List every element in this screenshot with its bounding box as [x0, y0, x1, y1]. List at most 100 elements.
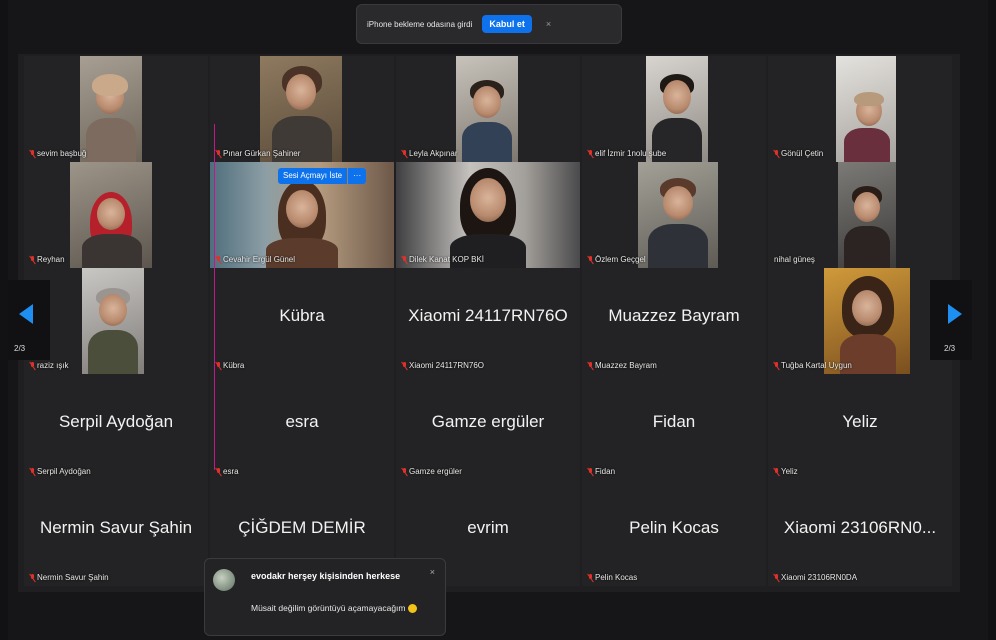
- participant-tile[interactable]: Xiaomi 24117RN76O Xiaomi 24117RN76O: [396, 268, 580, 374]
- participant-video: [836, 56, 896, 162]
- participant-label: Xiaomi 24117RN76O: [402, 361, 484, 370]
- participant-video: [396, 162, 580, 268]
- participant-tile[interactable]: Gönül Çetin: [768, 56, 952, 162]
- participant-name: Kübra: [279, 306, 325, 325]
- participant-video: [646, 56, 708, 162]
- participant-tile[interactable]: esra esra: [210, 374, 394, 480]
- mic-muted-icon: [30, 361, 35, 370]
- participant-tile[interactable]: nihal güneş: [768, 162, 952, 268]
- avatar: [213, 569, 235, 591]
- mic-muted-icon: [402, 149, 407, 158]
- mic-muted-icon: [588, 467, 593, 476]
- participant-label: nihal güneş: [774, 255, 815, 264]
- waiting-room-notification: iPhone bekleme odasına girdi Kabul et ×: [356, 4, 622, 44]
- accept-button[interactable]: Kabul et: [482, 15, 532, 33]
- participant-video: [838, 162, 896, 268]
- participant-label: Dilek Kanat KOP BKİ: [402, 255, 484, 264]
- participant-tile[interactable]: Leyla Akpınar: [396, 56, 580, 162]
- participant-label: Leyla Akpınar: [402, 149, 457, 158]
- participant-label: Kübra: [216, 361, 244, 370]
- mic-muted-icon: [774, 573, 779, 582]
- mic-muted-icon: [216, 149, 221, 158]
- participant-tile[interactable]: Reyhan: [24, 162, 208, 268]
- participant-tile[interactable]: Xiaomi 23106RN0... Xiaomi 23106RN0DA: [768, 480, 952, 586]
- participant-name: Gamze ergüler: [431, 412, 545, 431]
- participant-label: sevim başbuğ: [30, 149, 86, 158]
- mic-muted-icon: [30, 255, 35, 264]
- participant-label: Reyhan: [30, 255, 65, 264]
- participant-name: ÇİĞDEM DEMİR: [238, 518, 366, 537]
- participant-name: esra: [285, 412, 319, 431]
- participant-label: raziz ışık: [30, 361, 69, 370]
- mic-muted-icon: [30, 467, 35, 476]
- close-icon[interactable]: ×: [546, 19, 551, 29]
- mic-muted-icon: [402, 361, 407, 370]
- mic-muted-icon: [216, 361, 221, 370]
- participant-tile[interactable]: Dilek Kanat KOP BKİ: [396, 162, 580, 268]
- participant-tile[interactable]: sevim başbuğ: [24, 56, 208, 162]
- participant-label: Pınar Gürkan Şahiner: [216, 149, 300, 158]
- participant-label: Gamze ergüler: [402, 467, 462, 476]
- more-options-button[interactable]: ···: [348, 168, 367, 184]
- participant-tile[interactable]: Gamze ergüler Gamze ergüler: [396, 374, 580, 480]
- participant-name: Fidan: [652, 412, 696, 431]
- ask-to-unmute-button[interactable]: Sesi Açmayı İste: [278, 168, 348, 184]
- chevron-right-icon: [948, 304, 962, 324]
- participant-label: Nermin Savur Şahin: [30, 573, 109, 582]
- participant-tile[interactable]: Serpil Aydoğan Serpil Aydoğan: [24, 374, 208, 480]
- previous-page-button[interactable]: 2/3: [8, 280, 50, 360]
- participant-video: [638, 162, 718, 268]
- participant-label: esra: [216, 467, 239, 476]
- mic-muted-icon: [402, 255, 407, 264]
- mic-muted-icon: [402, 467, 407, 476]
- participant-label: Tuğba Kartal Uygun: [774, 361, 852, 370]
- mic-muted-icon: [774, 467, 779, 476]
- participant-label: Yeliz: [774, 467, 798, 476]
- participant-name: Xiaomi 24117RN76O: [408, 306, 568, 325]
- mic-muted-icon: [774, 361, 779, 370]
- participant-tile[interactable]: Nermin Savur Şahin Nermin Savur Şahin: [24, 480, 208, 586]
- participant-label: Cevahir Ergül Günel: [216, 255, 295, 264]
- participant-label: Fidan: [588, 467, 615, 476]
- highlight-line: [214, 124, 215, 470]
- chat-notification[interactable]: evodakr herşey kişisinden herkese Müsait…: [204, 558, 446, 636]
- participant-video: [82, 268, 144, 374]
- participant-name: Muazzez Bayram: [608, 306, 740, 325]
- chat-message: Müsait değilim görüntüyü açamayacağım: [251, 603, 421, 614]
- participant-name: Xiaomi 23106RN0...: [783, 518, 937, 537]
- participant-label: Pelin Kocas: [588, 573, 637, 582]
- participant-label: Serpil Aydoğan: [30, 467, 91, 476]
- mic-muted-icon: [216, 467, 221, 476]
- participant-tile[interactable]: raziz ışık: [24, 268, 208, 374]
- participant-video: [80, 56, 142, 162]
- participant-name: evrim: [467, 518, 509, 537]
- participant-tile[interactable]: Pelin Kocas Pelin Kocas: [582, 480, 766, 586]
- participant-name: Nermin Savur Şahin: [39, 518, 193, 537]
- participant-tile[interactable]: Yeliz Yeliz: [768, 374, 952, 480]
- waiting-room-message: iPhone bekleme odasına girdi: [367, 19, 473, 29]
- next-page-button[interactable]: 2/3: [930, 280, 972, 360]
- page-indicator-left: 2/3: [14, 344, 26, 353]
- mic-muted-icon: [588, 573, 593, 582]
- participant-video: [260, 56, 342, 162]
- participant-label: Xiaomi 23106RN0DA: [774, 573, 857, 582]
- mic-muted-icon: [588, 255, 593, 264]
- mic-muted-icon: [588, 149, 593, 158]
- ask-to-unmute-bubble: Sesi Açmayı İste ···: [278, 168, 367, 184]
- participant-tile[interactable]: Muazzez Bayram Muazzez Bayram: [582, 268, 766, 374]
- participant-tile[interactable]: elif İzmir 1nolu şube: [582, 56, 766, 162]
- participant-video: [70, 162, 152, 268]
- participant-tile[interactable]: Fidan Fidan: [582, 374, 766, 480]
- close-icon[interactable]: ×: [430, 567, 435, 577]
- mic-muted-icon: [774, 149, 779, 158]
- mic-muted-icon: [216, 255, 221, 264]
- mic-muted-icon: [30, 573, 35, 582]
- participant-name: Serpil Aydoğan: [58, 412, 174, 431]
- participant-video: [456, 56, 518, 162]
- chat-sender: evodakr herşey kişisinden herkese: [251, 571, 401, 581]
- participant-tile[interactable]: Kübra Kübra: [210, 268, 394, 374]
- participant-video: [824, 268, 910, 374]
- participant-tile[interactable]: Pınar Gürkan Şahiner: [210, 56, 394, 162]
- participant-tile[interactable]: Tuğba Kartal Uygun: [768, 268, 952, 374]
- participant-tile[interactable]: Özlem Geçgel: [582, 162, 766, 268]
